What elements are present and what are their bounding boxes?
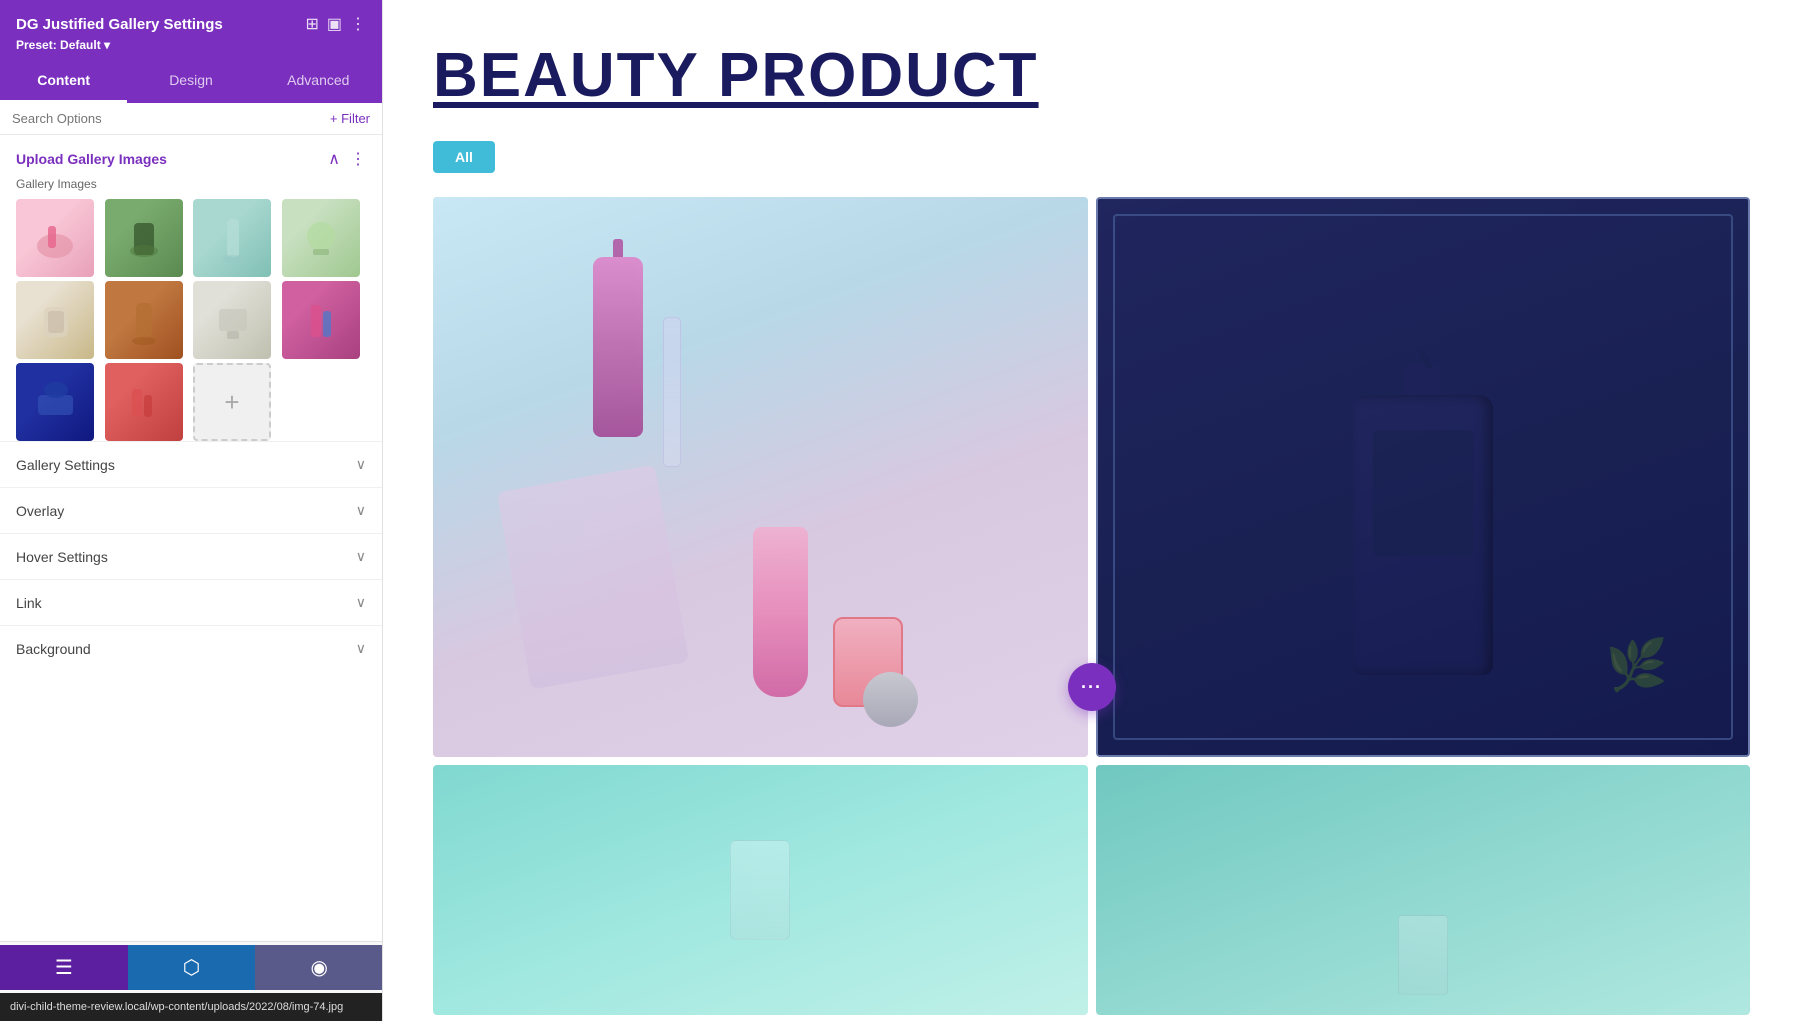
thumbnail-2[interactable]: [105, 199, 183, 277]
gallery-settings-chevron-icon: ∨: [356, 456, 366, 473]
preset-label[interactable]: Preset: Default ▾: [16, 38, 366, 52]
thumbnail-10[interactable]: [105, 363, 183, 441]
gallery-item-3[interactable]: [433, 765, 1088, 1015]
gallery-item-4[interactable]: [1096, 765, 1751, 1015]
gallery-item-2[interactable]: 🌿: [1096, 197, 1751, 757]
tab-advanced[interactable]: Advanced: [255, 62, 382, 103]
link-header[interactable]: Link ∨: [0, 580, 382, 625]
gallery-images-label: Gallery Images: [0, 177, 382, 199]
thumbnail-8[interactable]: [282, 281, 360, 359]
panel-title: DG Justified Gallery Settings: [16, 16, 223, 33]
thumbnail-5[interactable]: [16, 281, 94, 359]
image-grid: +: [0, 199, 382, 441]
panel-tabs: Content Design Advanced: [0, 62, 382, 103]
url-text: divi-child-theme-review.local/wp-content…: [10, 1001, 343, 1013]
upload-section-title: Upload Gallery Images: [16, 151, 167, 167]
bottom-nav-bar: ☰ ⬡ ◉: [0, 941, 383, 993]
hover-settings-header[interactable]: Hover Settings ∨: [0, 534, 382, 579]
nav-button-1[interactable]: ☰: [0, 945, 128, 990]
overlay-section: Overlay ∨: [0, 487, 382, 533]
upload-section-controls: ∧ ⋮: [328, 149, 366, 169]
overlay-label: Overlay: [16, 503, 64, 519]
upload-chevron-icon[interactable]: ∧: [328, 149, 340, 169]
gallery-settings-section: Gallery Settings ∨: [0, 441, 382, 487]
thumbnail-7[interactable]: [193, 281, 271, 359]
upload-section-header: Upload Gallery Images ∧ ⋮: [0, 135, 382, 177]
thumbnail-3[interactable]: [193, 199, 271, 277]
filter-all-button[interactable]: All: [433, 141, 495, 173]
background-label: Background: [16, 641, 91, 657]
url-bar: divi-child-theme-review.local/wp-content…: [0, 993, 383, 1021]
grid-icon[interactable]: ⊞: [305, 14, 318, 34]
fab-icon: ···: [1081, 677, 1102, 698]
right-panel: BEAUTY PRODUCT All: [383, 0, 1800, 1021]
nav-icon-1: ☰: [55, 955, 73, 980]
nav-icon-3: ◉: [310, 955, 327, 980]
panel-content: Upload Gallery Images ∧ ⋮ Gallery Images: [0, 135, 382, 1021]
link-chevron-icon: ∨: [356, 594, 366, 611]
tab-design[interactable]: Design: [127, 62, 254, 103]
search-bar: + Filter: [0, 103, 382, 135]
overlay-header[interactable]: Overlay ∨: [0, 488, 382, 533]
left-panel: DG Justified Gallery Settings ⊞ ▣ ⋮ Pres…: [0, 0, 383, 1021]
link-section: Link ∨: [0, 579, 382, 625]
overlay-chevron-icon: ∨: [356, 502, 366, 519]
layout-icon[interactable]: ▣: [327, 14, 342, 34]
page-title: BEAUTY PRODUCT: [433, 40, 1750, 111]
thumbnail-6[interactable]: [105, 281, 183, 359]
gallery-item-1[interactable]: [433, 197, 1088, 757]
filter-bar: All: [433, 141, 1750, 173]
background-section: Background ∨: [0, 625, 382, 671]
gallery-settings-header[interactable]: Gallery Settings ∨: [0, 442, 382, 487]
gallery-grid: 🌿: [433, 197, 1750, 1015]
add-image-button[interactable]: +: [193, 363, 271, 441]
nav-button-3[interactable]: ◉: [255, 945, 383, 990]
add-icon: +: [224, 387, 239, 418]
background-chevron-icon: ∨: [356, 640, 366, 657]
link-label: Link: [16, 595, 42, 611]
thumbnail-4[interactable]: [282, 199, 360, 277]
panel-header-icons: ⊞ ▣ ⋮: [305, 14, 366, 34]
nav-button-2[interactable]: ⬡: [128, 945, 256, 990]
background-header[interactable]: Background ∨: [0, 626, 382, 671]
thumbnail-1[interactable]: [16, 199, 94, 277]
more-icon[interactable]: ⋮: [350, 14, 366, 34]
upload-dots-icon[interactable]: ⋮: [350, 149, 366, 169]
thumbnail-9[interactable]: [16, 363, 94, 441]
hover-settings-section: Hover Settings ∨: [0, 533, 382, 579]
hover-settings-label: Hover Settings: [16, 549, 108, 565]
tab-content[interactable]: Content: [0, 62, 127, 103]
nav-icon-2: ⬡: [183, 955, 200, 980]
preview-content: BEAUTY PRODUCT All: [383, 0, 1800, 1021]
filter-button[interactable]: + Filter: [330, 111, 370, 126]
fab-button[interactable]: ···: [1068, 663, 1116, 711]
search-input[interactable]: [12, 111, 322, 126]
hover-settings-chevron-icon: ∨: [356, 548, 366, 565]
gallery-settings-label: Gallery Settings: [16, 457, 115, 473]
panel-header: DG Justified Gallery Settings ⊞ ▣ ⋮ Pres…: [0, 0, 382, 62]
